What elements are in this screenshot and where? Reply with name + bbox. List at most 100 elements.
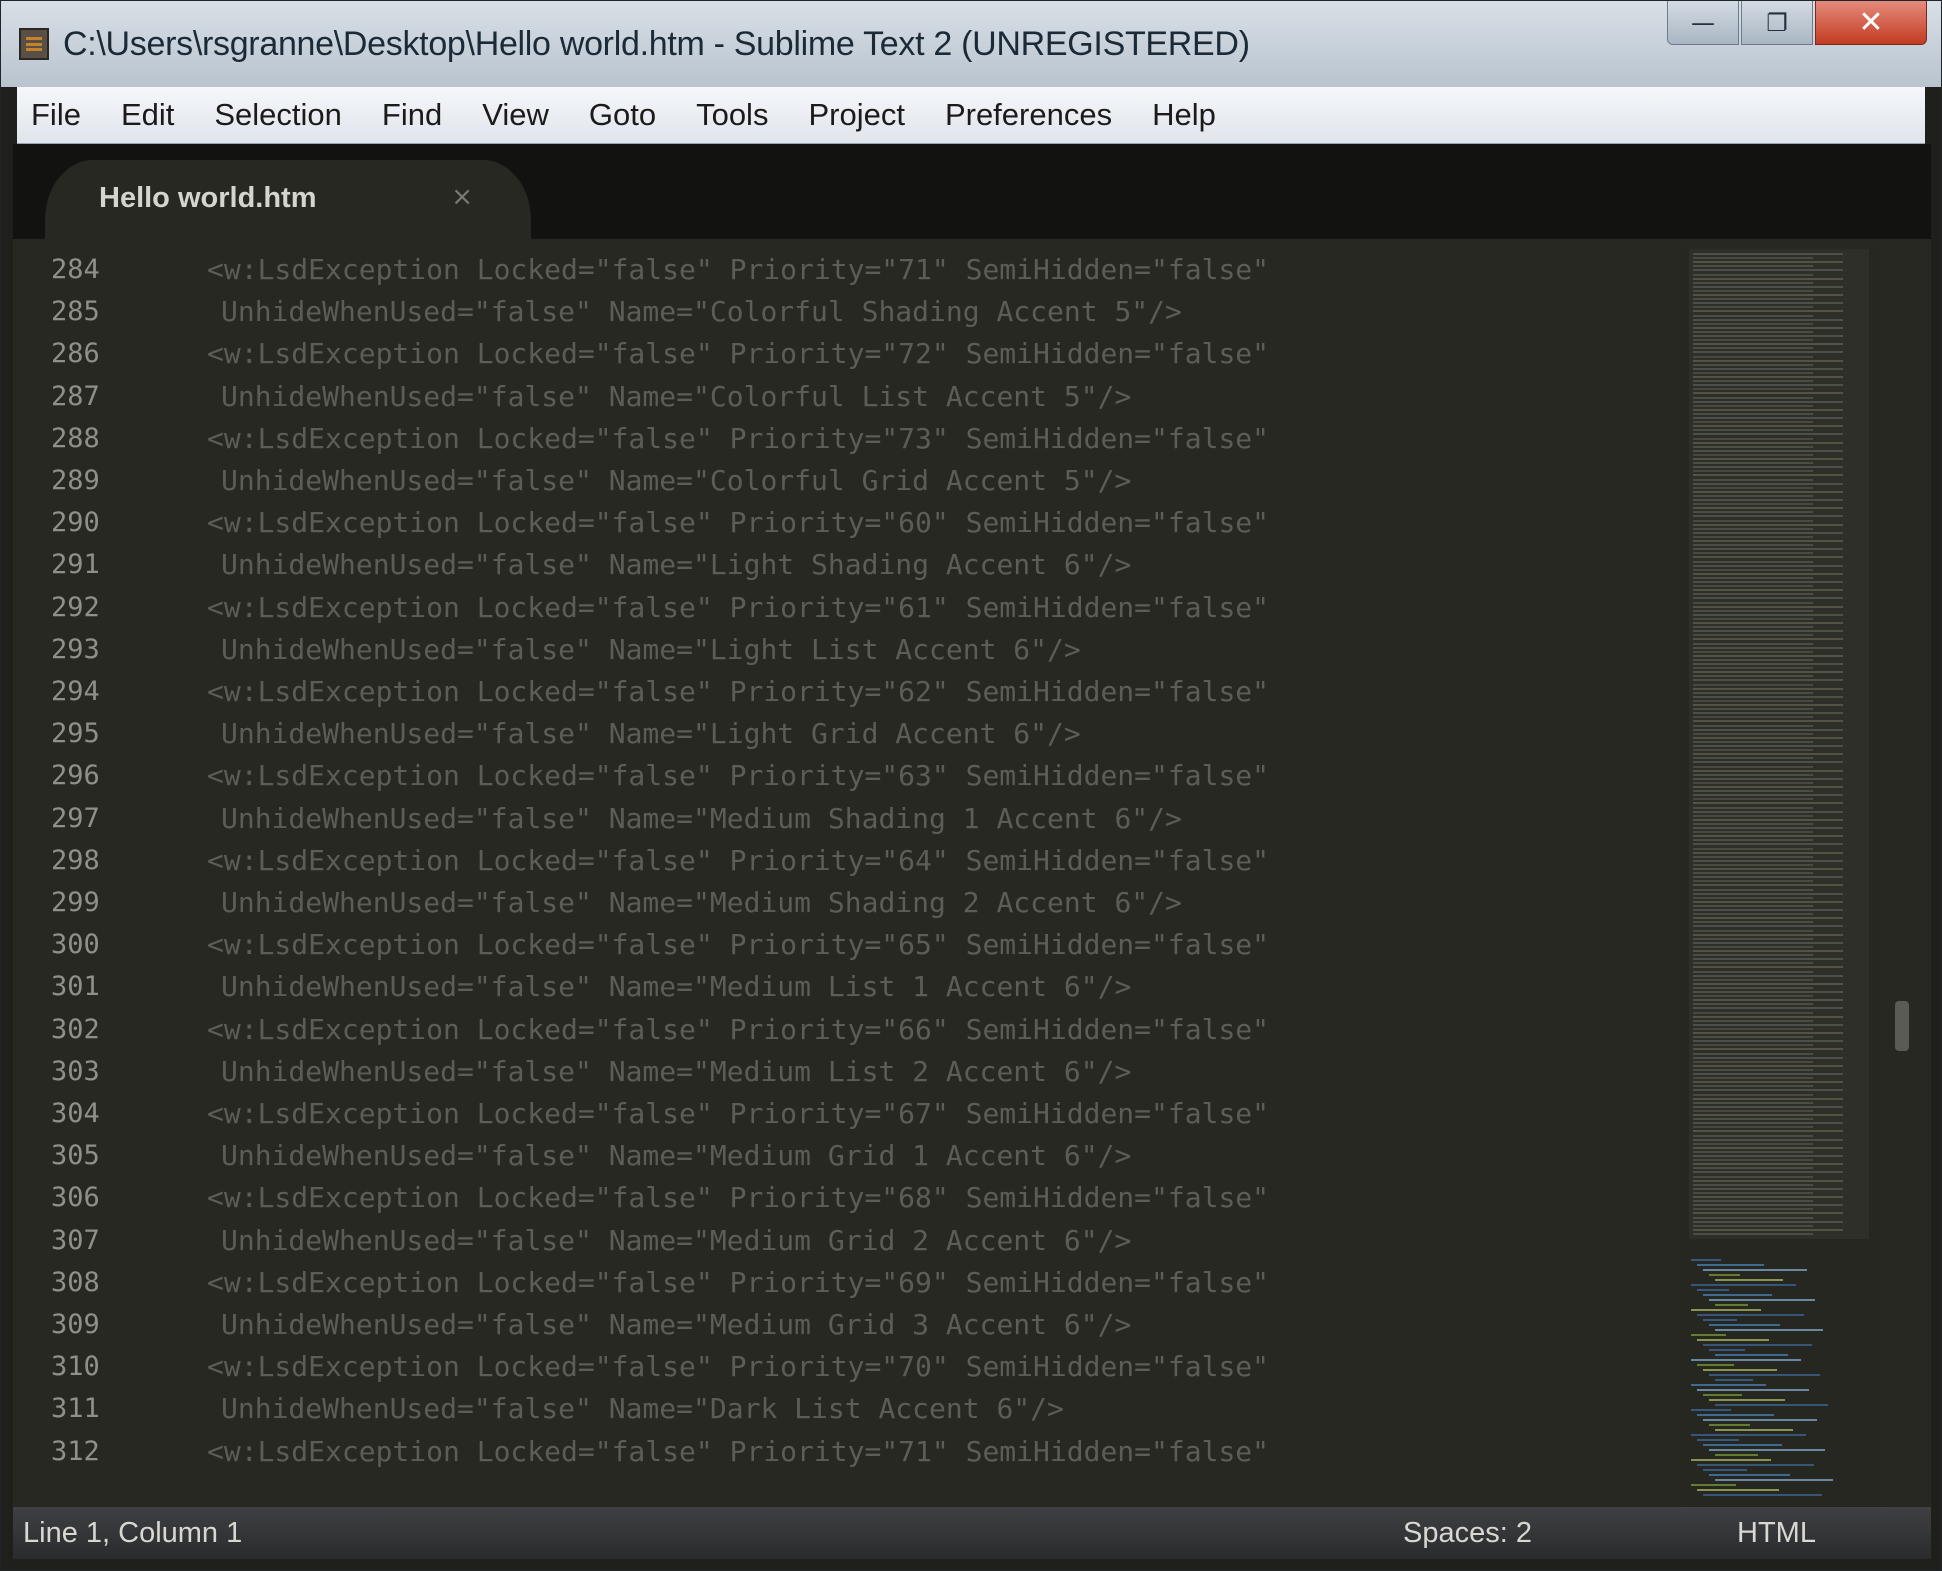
menu-view[interactable]: View [463, 97, 568, 133]
menu-find[interactable]: Find [363, 97, 461, 133]
code-line[interactable]: UnhideWhenUsed="false" Name="Dark List A… [221, 1388, 1064, 1430]
minimap-line [1693, 581, 1843, 583]
minimap-line [1693, 831, 1813, 834]
minimap-line [1693, 937, 1813, 940]
minimap-line [1693, 1023, 1843, 1026]
syntax-mode[interactable]: HTML [1737, 1517, 1816, 1550]
code-line[interactable]: UnhideWhenUsed="false" Name="Light Shadi… [221, 544, 1131, 586]
title-bar[interactable]: C:\Users\rsgranne\Desktop\Hello world.ht… [1, 1, 1941, 87]
minimap-line [1691, 1459, 1771, 1461]
minimap-line [1693, 1036, 1813, 1039]
minimap-line [1693, 1052, 1813, 1055]
minimap-line [1703, 1269, 1807, 1271]
code-line[interactable]: <w:LsdException Locked="false" Priority=… [207, 587, 1269, 629]
menu-tools[interactable]: Tools [677, 97, 787, 133]
minimap-line [1693, 1200, 1813, 1203]
minimap-line [1693, 1220, 1843, 1223]
minimap-line [1693, 376, 1843, 378]
code-area[interactable]: <w:LsdException Locked="false" Priority=… [207, 239, 1657, 1507]
code-line[interactable]: <w:LsdException Locked="false" Priority=… [207, 1346, 1269, 1388]
code-line[interactable]: <w:LsdException Locked="false" Priority=… [207, 502, 1269, 544]
tab-close-icon[interactable]: × [451, 182, 473, 212]
line-number: 290 [51, 507, 100, 539]
minimap-line [1691, 1384, 1766, 1386]
minimap-line [1693, 851, 1843, 854]
code-line[interactable]: UnhideWhenUsed="false" Name="Colorful Sh… [221, 291, 1182, 333]
menu-project[interactable]: Project [789, 97, 923, 133]
minimap-line [1693, 634, 1813, 637]
line-number: 306 [51, 1182, 100, 1214]
minimize-button[interactable]: — [1667, 1, 1739, 45]
vertical-scrollbar-thumb[interactable] [1895, 1001, 1909, 1051]
code-line[interactable]: UnhideWhenUsed="false" Name="Colorful Gr… [221, 460, 1131, 502]
code-line[interactable]: UnhideWhenUsed="false" Name="Colorful Li… [221, 376, 1131, 418]
minimap-line [1693, 1204, 1843, 1207]
code-line[interactable]: UnhideWhenUsed="false" Name="Medium Grid… [221, 1304, 1131, 1346]
minimap-line [1703, 1444, 1782, 1446]
close-button[interactable]: ✕ [1815, 1, 1927, 45]
menu-preferences[interactable]: Preferences [926, 97, 1131, 133]
minimap-line [1693, 929, 1813, 932]
code-line[interactable]: UnhideWhenUsed="false" Name="Medium Grid… [221, 1220, 1131, 1262]
indentation-setting[interactable]: Spaces: 2 [1403, 1517, 1532, 1550]
code-line[interactable]: UnhideWhenUsed="false" Name="Medium Shad… [221, 798, 1182, 840]
code-editor[interactable]: 284 285 286 287 288 289 290 291 292 293 294 295 296 2… [13, 239, 1931, 1507]
code-line[interactable]: <w:LsdException Locked="false" Priority=… [207, 1431, 1269, 1473]
code-line[interactable]: <w:LsdException Locked="false" Priority=… [207, 1009, 1269, 1051]
menu-selection[interactable]: Selection [195, 97, 361, 133]
code-line[interactable]: <w:LsdException Locked="false" Priority=… [207, 1262, 1269, 1304]
minimap-line [1693, 1171, 1843, 1174]
code-line[interactable]: UnhideWhenUsed="false" Name="Medium List… [221, 966, 1131, 1008]
code-line[interactable]: UnhideWhenUsed="false" Name="Medium Grid… [221, 1135, 1131, 1177]
line-number: 285 [51, 296, 100, 328]
sublime-app-icon[interactable] [19, 28, 49, 60]
minimap-line [1693, 531, 1843, 534]
minimap-line [1693, 687, 1843, 690]
minimap-line [1693, 339, 1813, 342]
minimap-line [1691, 1409, 1731, 1411]
minimap-line [1709, 1349, 1745, 1351]
menu-file[interactable]: File [17, 97, 100, 133]
minimap-line [1693, 1060, 1813, 1063]
minimap-line [1693, 704, 1843, 706]
minimap[interactable] [1681, 249, 1881, 1507]
minimap-line [1693, 363, 1813, 366]
code-line[interactable]: <w:LsdException Locked="false" Priority=… [207, 840, 1269, 882]
code-line[interactable]: <w:LsdException Locked="false" Priority=… [207, 1093, 1269, 1135]
code-line[interactable]: <w:LsdException Locked="false" Priority=… [207, 755, 1269, 797]
minimap-line [1693, 978, 1813, 981]
minimap-line [1693, 486, 1813, 489]
minimap-line [1697, 1314, 1804, 1316]
code-line[interactable]: <w:LsdException Locked="false" Priority=… [207, 671, 1269, 713]
minimap-line [1709, 1399, 1785, 1401]
minimap-line [1693, 859, 1843, 862]
code-line[interactable]: <w:LsdException Locked="false" Priority=… [207, 418, 1269, 460]
minimap-line [1693, 945, 1813, 948]
minimap-line [1693, 400, 1843, 403]
minimap-line [1693, 466, 1843, 469]
menu-help[interactable]: Help [1133, 97, 1235, 133]
code-line[interactable]: <w:LsdException Locked="false" Priority=… [207, 249, 1269, 291]
minimap-line [1703, 1494, 1822, 1496]
menu-goto[interactable]: Goto [570, 97, 675, 133]
code-line[interactable]: UnhideWhenUsed="false" Name="Light Grid … [221, 713, 1081, 755]
minimap-line [1693, 1224, 1813, 1227]
minimap-line [1693, 777, 1843, 780]
code-line[interactable]: UnhideWhenUsed="false" Name="Light List … [221, 629, 1081, 671]
maximize-button[interactable]: ❐ [1741, 1, 1813, 45]
minimap-line [1693, 281, 1813, 284]
minimap-line [1693, 699, 1813, 702]
minimap-line [1693, 306, 1813, 309]
code-line[interactable]: <w:LsdException Locked="false" Priority=… [207, 924, 1269, 966]
minimap-line [1693, 1130, 1843, 1133]
minimap-line [1693, 745, 1843, 747]
code-line[interactable]: <w:LsdException Locked="false" Priority=… [207, 333, 1269, 375]
code-line[interactable]: <w:LsdException Locked="false" Priority=… [207, 1177, 1269, 1219]
code-line[interactable]: UnhideWhenUsed="false" Name="Medium List… [221, 1051, 1131, 1093]
code-line[interactable]: UnhideWhenUsed="false" Name="Medium Shad… [221, 882, 1182, 924]
tab-hello-world[interactable]: Hello world.htm × [45, 160, 531, 239]
minimap-line [1693, 1015, 1843, 1018]
minimap-line [1703, 1469, 1747, 1471]
menu-edit[interactable]: Edit [102, 97, 193, 133]
minimap-line [1693, 1183, 1813, 1186]
